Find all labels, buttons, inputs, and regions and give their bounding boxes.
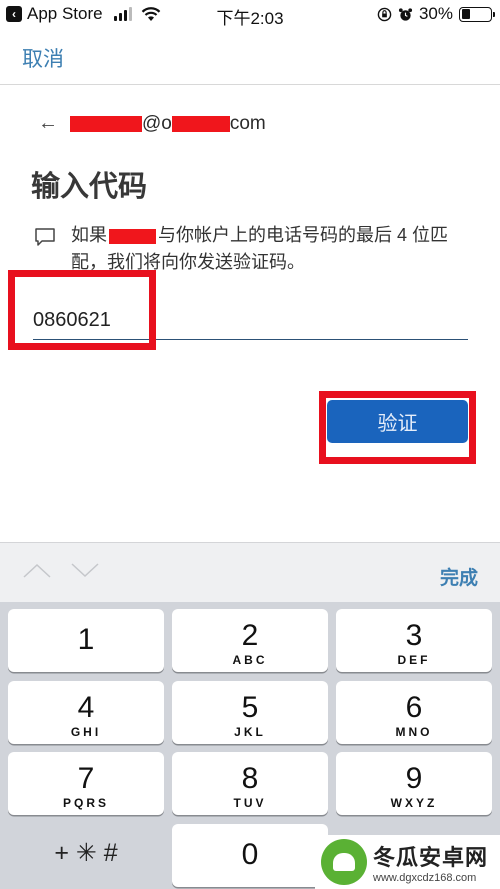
key-digit: 3	[405, 619, 423, 652]
info-message-text: 如果 与你帐户上的电话号码的最后 4 位匹配，我们将向你发送验证码。	[71, 222, 474, 276]
key-digit: 1	[77, 623, 95, 656]
key-3[interactable]: 3 DEF	[336, 609, 492, 672]
key-letters: WXYZ	[390, 796, 438, 810]
cancel-button[interactable]: 取消	[22, 43, 64, 73]
key-letters: JKL	[234, 725, 266, 739]
watermark-text: 冬瓜安卓网 www.dgxcdz168.com	[373, 840, 488, 884]
battery-icon	[459, 6, 495, 22]
redacted-phone-digits	[109, 228, 156, 244]
key-digit: 4	[77, 691, 95, 724]
key-letters: TUV	[233, 796, 267, 810]
key-digit: 2	[241, 619, 259, 652]
alarm-icon	[398, 7, 413, 21]
watermark: 冬瓜安卓网 www.dgxcdz168.com	[315, 835, 500, 889]
key-2[interactable]: 2 ABC	[172, 609, 328, 672]
key-letters: DEF	[397, 653, 431, 667]
code-input[interactable]	[33, 290, 468, 339]
chevron-up-icon[interactable]	[22, 561, 52, 579]
done-button[interactable]: 完成	[440, 563, 478, 590]
chevron-down-icon[interactable]	[70, 561, 100, 579]
email-domain-part-1: @o	[142, 112, 172, 134]
key-symbols[interactable]: + ✳ #	[8, 822, 164, 885]
key-digit: 8	[241, 762, 259, 795]
code-field[interactable]	[33, 290, 468, 340]
key-letters: GHI	[70, 725, 102, 739]
redacted-email-user	[70, 115, 142, 132]
key-8[interactable]: 8 TUV	[172, 752, 328, 815]
watermark-url: www.dgxcdz168.com	[373, 872, 477, 884]
key-7[interactable]: 7 PQRS	[8, 752, 164, 815]
info-message: 如果 与你帐户上的电话号码的最后 4 位匹配，我们将向你发送验证码。	[34, 222, 474, 276]
keyboard-accessory-bar: 完成	[0, 542, 500, 602]
key-1[interactable]: 1	[8, 609, 164, 672]
key-letters: PQRS	[62, 796, 109, 810]
email-domain-part-2: com	[229, 112, 266, 134]
battery-percent: 30%	[418, 4, 453, 23]
battery-level	[461, 9, 470, 19]
key-digit: 9	[405, 762, 423, 795]
key-5[interactable]: 5 JKL	[172, 681, 328, 744]
verify-button[interactable]: 验证	[327, 400, 468, 443]
key-0[interactable]: 0	[172, 824, 328, 887]
nav-bar: 取消	[0, 30, 500, 85]
key-4[interactable]: 4 GHI	[8, 681, 164, 744]
orientation-lock-icon	[377, 7, 392, 21]
status-bar: ‹ App Store 下午2:03 30%	[0, 0, 500, 30]
key-digit: 7	[77, 762, 95, 795]
message-prefix: 如果	[71, 225, 107, 245]
chat-bubble-icon	[35, 228, 55, 246]
watermark-name: 冬瓜安卓网	[373, 845, 489, 870]
key-letters: MNO	[395, 725, 433, 739]
key-digit: 0	[241, 838, 259, 871]
key-6[interactable]: 6 MNO	[336, 681, 492, 744]
page-title: 输入代码	[31, 171, 148, 203]
account-identifier: ← @o com	[38, 112, 266, 135]
key-digit: 6	[405, 691, 423, 724]
key-9[interactable]: 9 WXYZ	[336, 752, 492, 815]
watermark-logo-icon	[321, 839, 367, 885]
key-digit: 5	[241, 691, 259, 724]
back-arrow-icon[interactable]: ←	[38, 112, 58, 135]
status-right: 30%	[377, 4, 495, 24]
redacted-email-domain	[171, 115, 230, 132]
key-letters: ABC	[232, 653, 268, 667]
